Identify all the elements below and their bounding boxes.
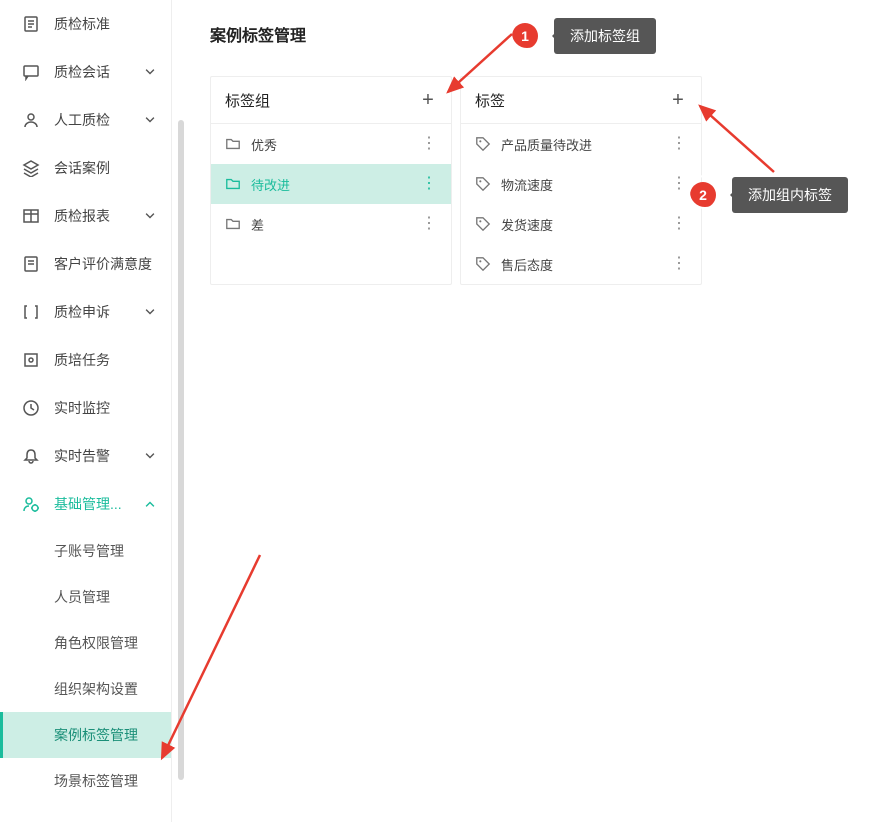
group-panel: 标签组 + 优秀⋮待改进⋮差⋮ — [210, 76, 452, 285]
callout-badge-2: 2 — [690, 182, 716, 208]
group-row[interactable]: 待改进⋮ — [211, 164, 451, 204]
nav-item-label: 人工质检 — [54, 110, 143, 130]
nav-item-label: 质检标准 — [54, 14, 157, 34]
more-icon[interactable]: ⋮ — [671, 216, 687, 232]
target-icon — [22, 351, 40, 369]
tag-panel: 标签 + 产品质量待改进⋮物流速度⋮发货速度⋮售后态度⋮ — [460, 76, 702, 285]
callout-bubble-2: 添加组内标签 — [732, 177, 848, 213]
nav-item-2[interactable]: 人工质检 — [0, 96, 171, 144]
tag-icon — [475, 136, 491, 152]
chevron-down-icon — [143, 65, 157, 79]
group-row-label: 优秀 — [251, 135, 421, 154]
tag-row-label: 售后态度 — [501, 255, 671, 274]
nav-item-label: 质检报表 — [54, 206, 143, 226]
chevron-down-icon — [143, 305, 157, 319]
sub-nav-item-5[interactable]: 场景标签管理 — [0, 758, 171, 804]
bracket-icon — [22, 303, 40, 321]
callout-bubble-1: 添加标签组 — [554, 18, 656, 54]
folder-icon — [225, 136, 241, 152]
nav-item-label: 质检会话 — [54, 62, 143, 82]
sidebar: 质检标准质检会话人工质检会话案例质检报表客户评价满意度质检申诉质培任务实时监控实… — [0, 0, 172, 822]
group-panel-header: 标签组 + — [211, 77, 451, 124]
sub-nav-item-1[interactable]: 人员管理 — [0, 574, 171, 620]
group-panel-title: 标签组 — [225, 90, 419, 111]
sub-nav-item-2[interactable]: 角色权限管理 — [0, 620, 171, 666]
nav-item-0[interactable]: 质检标准 — [0, 0, 171, 48]
chevron-down-icon — [143, 209, 157, 223]
add-tag-button[interactable]: + — [669, 91, 687, 109]
group-row-label: 待改进 — [251, 175, 421, 194]
group-row[interactable]: 差⋮ — [211, 204, 451, 244]
doc-icon — [22, 15, 40, 33]
add-group-button[interactable]: + — [419, 91, 437, 109]
tag-row-label: 发货速度 — [501, 215, 671, 234]
nav-item-label: 质检申诉 — [54, 302, 143, 322]
nav-item-7[interactable]: 质培任务 — [0, 336, 171, 384]
callout-add-tag: 2 添加组内标签 — [690, 177, 848, 213]
table-icon — [22, 207, 40, 225]
sub-nav-item-3[interactable]: 组织架构设置 — [0, 666, 171, 712]
tag-row-label: 物流速度 — [501, 175, 671, 194]
nav-item-label: 质培任务 — [54, 350, 157, 370]
sidebar-scrollbar[interactable] — [178, 0, 186, 822]
tag-row[interactable]: 售后态度⋮ — [461, 244, 701, 284]
chevron-up-icon — [143, 497, 157, 511]
more-icon[interactable]: ⋮ — [421, 216, 437, 232]
more-icon[interactable]: ⋮ — [671, 176, 687, 192]
nav-item-1[interactable]: 质检会话 — [0, 48, 171, 96]
more-icon[interactable]: ⋮ — [671, 256, 687, 272]
nav-item-8[interactable]: 实时监控 — [0, 384, 171, 432]
tag-row[interactable]: 发货速度⋮ — [461, 204, 701, 244]
user-gear-icon — [22, 495, 40, 513]
tag-icon — [475, 216, 491, 232]
nav-item-label: 实时告警 — [54, 446, 143, 466]
sub-nav-item-0[interactable]: 子账号管理 — [0, 528, 171, 574]
clock-icon — [22, 399, 40, 417]
tag-icon — [475, 256, 491, 272]
layers-icon — [22, 159, 40, 177]
tag-panel-header: 标签 + — [461, 77, 701, 124]
more-icon[interactable]: ⋮ — [671, 136, 687, 152]
note-icon — [22, 255, 40, 273]
group-row[interactable]: 优秀⋮ — [211, 124, 451, 164]
nav-item-label: 会话案例 — [54, 158, 157, 178]
more-icon[interactable]: ⋮ — [421, 136, 437, 152]
chat-icon — [22, 63, 40, 81]
callout-badge-1: 1 — [512, 23, 538, 49]
tag-icon — [475, 176, 491, 192]
folder-icon — [225, 176, 241, 192]
tag-row-label: 产品质量待改进 — [501, 135, 671, 154]
nav-item-label: 客户评价满意度 — [54, 254, 157, 274]
nav-item-label: 实时监控 — [54, 398, 157, 418]
user-icon — [22, 111, 40, 129]
nav-item-10[interactable]: 基础管理... — [0, 480, 171, 528]
folder-icon — [225, 216, 241, 232]
tag-row[interactable]: 产品质量待改进⋮ — [461, 124, 701, 164]
nav-item-5[interactable]: 客户评价满意度 — [0, 240, 171, 288]
tag-panel-title: 标签 — [475, 90, 669, 111]
bell-icon — [22, 447, 40, 465]
main-content: 案例标签管理 标签组 + 优秀⋮待改进⋮差⋮ 标签 + 产品质量待改进⋮物流速度… — [186, 0, 881, 822]
more-icon[interactable]: ⋮ — [421, 176, 437, 192]
callout-add-group: 1 添加标签组 — [512, 18, 656, 54]
chevron-down-icon — [143, 113, 157, 127]
chevron-down-icon — [143, 449, 157, 463]
nav-item-3[interactable]: 会话案例 — [0, 144, 171, 192]
sub-nav-item-4[interactable]: 案例标签管理 — [0, 712, 171, 758]
nav-item-4[interactable]: 质检报表 — [0, 192, 171, 240]
group-row-label: 差 — [251, 215, 421, 234]
scrollbar-thumb[interactable] — [178, 120, 184, 780]
nav-item-6[interactable]: 质检申诉 — [0, 288, 171, 336]
nav-item-9[interactable]: 实时告警 — [0, 432, 171, 480]
nav-item-label: 基础管理... — [54, 494, 143, 514]
tag-row[interactable]: 物流速度⋮ — [461, 164, 701, 204]
